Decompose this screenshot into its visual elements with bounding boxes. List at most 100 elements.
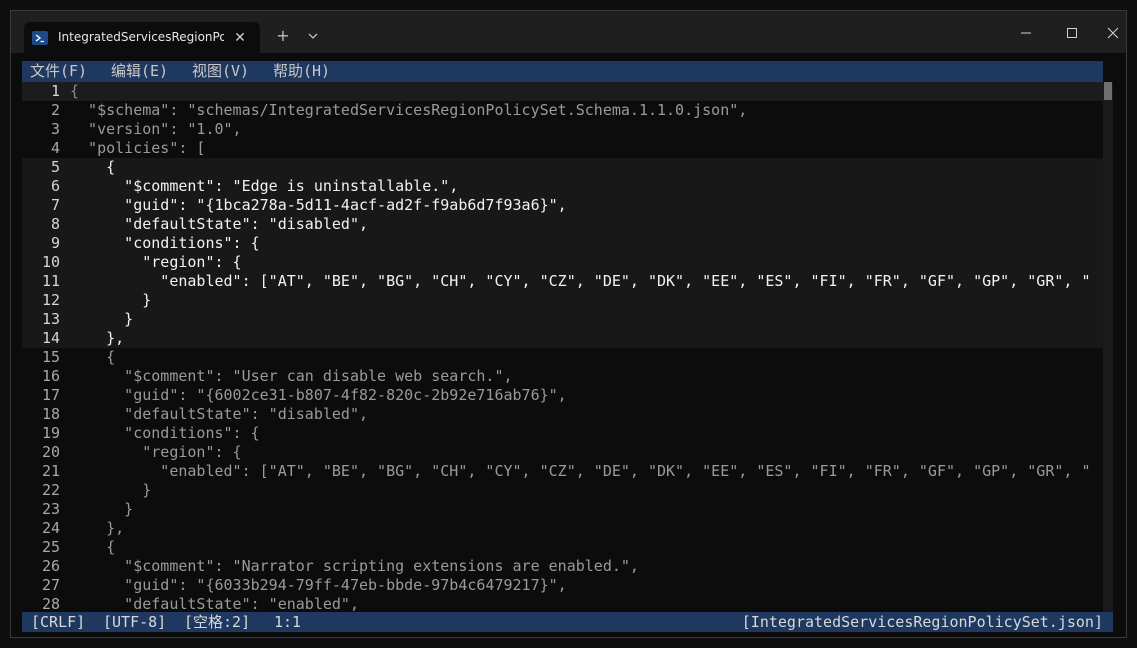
code-line[interactable]: 10 "region": { — [22, 253, 1103, 272]
line-text: "$comment": "User can disable web search… — [70, 367, 513, 385]
code-line[interactable]: 8 "defaultState": "disabled", — [22, 215, 1103, 234]
code-line[interactable]: 26 "$comment": "Narrator scripting exten… — [22, 557, 1103, 576]
code-line[interactable]: 13 } — [22, 310, 1103, 329]
menu-edit[interactable]: 编辑(E) — [111, 61, 168, 82]
close-icon[interactable]: ✕ — [230, 28, 250, 48]
code-line[interactable]: 19 "conditions": { — [22, 424, 1103, 443]
minimize-icon[interactable] — [1011, 23, 1041, 43]
code-line[interactable]: 20 "region": { — [22, 443, 1103, 462]
line-number: 28 — [41, 595, 60, 612]
code-line[interactable]: 16 "$comment": "User can disable web sea… — [22, 367, 1103, 386]
line-number: 15 — [41, 348, 60, 366]
line-number: 11 — [41, 272, 60, 290]
code-line[interactable]: 17 "guid": "{6002ce31-b807-4f82-820c-2b9… — [22, 386, 1103, 405]
tab-active[interactable]: IntegratedServicesRegionPolicySet.json ✕ — [24, 22, 260, 54]
editor-area[interactable]: 1{2 "$schema": "schemas/IntegratedServic… — [22, 82, 1103, 612]
code-line[interactable]: 15 { — [22, 348, 1103, 367]
line-number: 13 — [41, 310, 60, 328]
code-line[interactable]: 2 "$schema": "schemas/IntegratedServices… — [22, 101, 1103, 120]
status-indent: [空格:2] — [184, 613, 251, 631]
menu-help[interactable]: 帮助(H) — [273, 61, 330, 82]
maximize-icon[interactable] — [1057, 23, 1087, 43]
line-number: 26 — [41, 557, 60, 575]
line-number: 27 — [41, 576, 60, 594]
line-text: "version": "1.0", — [70, 120, 242, 138]
line-text: "defaultState": "enabled", — [70, 595, 359, 612]
line-number: 2 — [50, 101, 60, 119]
code-line[interactable]: 23 } — [22, 500, 1103, 519]
line-number: 1 — [50, 82, 60, 100]
code-line[interactable]: 7 "guid": "{1bca278a-5d11-4acf-ad2f-f9ab… — [22, 196, 1103, 215]
line-text: "$schema": "schemas/IntegratedServicesRe… — [70, 101, 748, 119]
line-text: "defaultState": "disabled", — [70, 405, 369, 423]
line-text: "enabled": ["AT", "BE", "BG", "CH", "CY"… — [70, 462, 1091, 480]
menu-file[interactable]: 文件(F) — [30, 61, 87, 82]
code-line[interactable]: 12 } — [22, 291, 1103, 310]
status-cursor-position: 1:1 — [274, 613, 302, 631]
line-number: 3 — [50, 120, 60, 138]
line-text: } — [70, 291, 152, 309]
tab-title: IntegratedServicesRegionPolicySet.json — [58, 30, 224, 44]
line-number: 17 — [41, 386, 60, 404]
line-text: } — [70, 500, 134, 518]
code-line[interactable]: 9 "conditions": { — [22, 234, 1103, 253]
line-text: "$comment": "Edge is uninstallable.", — [70, 177, 459, 195]
code-line[interactable]: 6 "$comment": "Edge is uninstallable.", — [22, 177, 1103, 196]
code-line[interactable]: 22 } — [22, 481, 1103, 500]
line-text: "guid": "{1bca278a-5d11-4acf-ad2f-f9ab6d… — [70, 196, 567, 214]
line-number: 14 — [41, 329, 60, 347]
menu-view[interactable]: 视图(V) — [192, 61, 249, 82]
code-line[interactable]: 21 "enabled": ["AT", "BE", "BG", "CH", "… — [22, 462, 1103, 481]
line-number: 23 — [41, 500, 60, 518]
line-text: "conditions": { — [70, 424, 260, 442]
code-line[interactable]: 11 "enabled": ["AT", "BE", "BG", "CH", "… — [22, 272, 1103, 291]
line-text: "guid": "{6033b294-79ff-47eb-bbde-97b4c6… — [70, 576, 567, 594]
line-number: 8 — [50, 215, 60, 233]
code-line[interactable]: 25 { — [22, 538, 1103, 557]
code-line[interactable]: 24 }, — [22, 519, 1103, 538]
line-number: 16 — [41, 367, 60, 385]
code-line[interactable]: 27 "guid": "{6033b294-79ff-47eb-bbde-97b… — [22, 576, 1103, 595]
close-window-icon[interactable] — [1103, 23, 1123, 43]
line-number: 25 — [41, 538, 60, 556]
line-text: "defaultState": "disabled", — [70, 215, 369, 233]
line-text: { — [70, 158, 116, 176]
vertical-scrollbar[interactable] — [1103, 82, 1113, 612]
code-line[interactable]: 5 { — [22, 158, 1103, 177]
menu-bar: 文件(F) 编辑(E) 视图(V) 帮助(H) — [22, 61, 1103, 82]
line-text: { — [70, 82, 80, 100]
title-bar: IntegratedServicesRegionPolicySet.json ✕… — [11, 11, 1126, 54]
chevron-down-icon[interactable] — [303, 26, 323, 46]
line-number: 6 — [50, 177, 60, 195]
status-encoding: [UTF-8] — [103, 613, 167, 631]
line-number: 22 — [41, 481, 60, 499]
line-text: "conditions": { — [70, 234, 260, 252]
line-text: }, — [70, 329, 125, 347]
code-line[interactable]: 18 "defaultState": "disabled", — [22, 405, 1103, 424]
line-number: 9 — [50, 234, 60, 252]
line-number: 7 — [50, 196, 60, 214]
code-line[interactable]: 14 }, — [22, 329, 1103, 348]
scrollbar-thumb[interactable] — [1104, 82, 1112, 100]
terminal-window: IntegratedServicesRegionPolicySet.json ✕… — [10, 10, 1127, 638]
status-filename: [IntegratedServicesRegionPolicySet.json] — [741, 613, 1103, 631]
line-text: "region": { — [70, 253, 242, 271]
line-number: 19 — [41, 424, 60, 442]
code-line[interactable]: 3 "version": "1.0", — [22, 120, 1103, 139]
line-text: "region": { — [70, 443, 242, 461]
line-number: 4 — [50, 139, 60, 157]
code-line[interactable]: 1{ — [22, 82, 1103, 101]
code-line[interactable]: 28 "defaultState": "enabled", — [22, 595, 1103, 612]
line-text: "guid": "{6002ce31-b807-4f82-820c-2b92e7… — [70, 386, 567, 404]
line-number: 24 — [41, 519, 60, 537]
line-number: 5 — [50, 158, 60, 176]
line-number: 20 — [41, 443, 60, 461]
code-line[interactable]: 4 "policies": [ — [22, 139, 1103, 158]
line-number: 10 — [41, 253, 60, 271]
line-text: "$comment": "Narrator scripting extensio… — [70, 557, 639, 575]
line-text: "enabled": ["AT", "BE", "BG", "CH", "CY"… — [70, 272, 1091, 290]
plus-icon[interactable]: + — [273, 26, 293, 46]
terminal-icon — [32, 31, 48, 45]
line-number: 18 — [41, 405, 60, 423]
line-text: }, — [70, 519, 125, 537]
